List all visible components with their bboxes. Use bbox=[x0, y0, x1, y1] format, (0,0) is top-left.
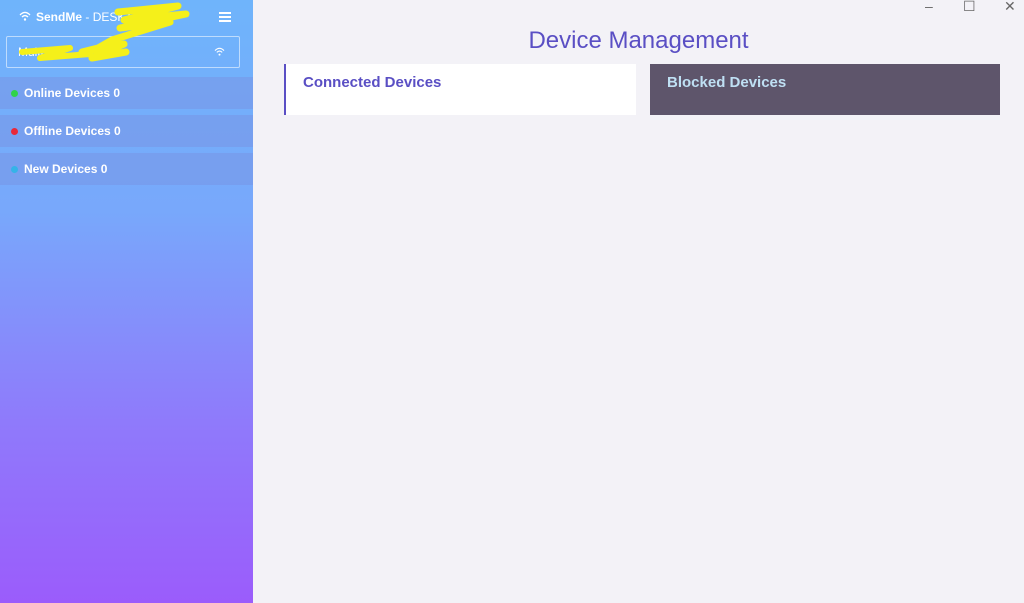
blocked-devices-card[interactable]: Blocked Devices bbox=[650, 64, 1000, 115]
app-name: SendMe bbox=[36, 10, 83, 24]
status-dot-offline bbox=[11, 128, 18, 135]
page-title: Device Management bbox=[528, 27, 749, 54]
sidebar: SendMe - DESKTOP- Multi Online Devices 0… bbox=[0, 0, 253, 603]
connected-devices-card[interactable]: Connected Devices bbox=[284, 64, 636, 115]
wifi-icon bbox=[214, 47, 225, 56]
sidebar-item-label: Online Devices 0 bbox=[24, 86, 121, 100]
sidebar-item-label: New Devices 0 bbox=[24, 162, 108, 176]
sidebar-item-offline-devices[interactable]: Offline Devices 0 bbox=[0, 115, 253, 147]
network-selector[interactable]: Multi bbox=[6, 36, 240, 68]
app-title: SendMe - DESKTOP- bbox=[36, 10, 154, 24]
close-button[interactable]: ✕ bbox=[1004, 0, 1016, 15]
sidebar-item-new-devices[interactable]: New Devices 0 bbox=[0, 153, 253, 185]
app-title-separator: - bbox=[82, 10, 93, 24]
status-dot-online bbox=[11, 90, 18, 97]
sidebar-item-online-devices[interactable]: Online Devices 0 bbox=[0, 77, 253, 109]
network-name: Multi bbox=[18, 45, 44, 59]
wifi-icon bbox=[19, 11, 31, 21]
menu-icon[interactable] bbox=[219, 12, 231, 22]
sidebar-item-label: Offline Devices 0 bbox=[24, 124, 121, 138]
card-label: Blocked Devices bbox=[667, 74, 787, 91]
status-dot-new bbox=[11, 166, 18, 173]
sidebar-header: SendMe - DESKTOP- bbox=[0, 0, 253, 34]
minimize-button[interactable]: – bbox=[925, 0, 933, 14]
device-name: DESKTOP- bbox=[92, 10, 154, 24]
maximize-button[interactable]: ☐ bbox=[963, 0, 976, 15]
card-label: Connected Devices bbox=[303, 74, 442, 91]
